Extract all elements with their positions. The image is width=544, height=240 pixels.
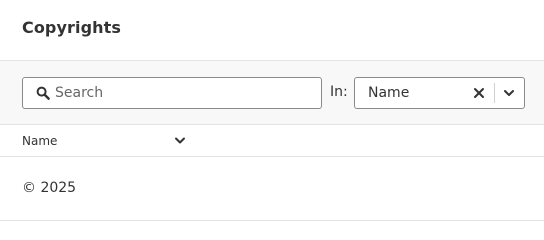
search-input[interactable]	[55, 79, 315, 107]
page-title: Copyrights	[22, 18, 122, 37]
close-icon[interactable]	[473, 87, 485, 99]
page-header: Copyrights	[0, 0, 544, 61]
search-field-select[interactable]: Name	[354, 77, 525, 109]
copyright-name: © 2025	[22, 180, 77, 196]
sort-chevron-down-icon[interactable]	[174, 136, 186, 146]
filter-toolbar: In: Name	[0, 61, 544, 125]
search-scope-label: In:	[330, 84, 348, 100]
search-icon	[36, 86, 50, 100]
column-header-name[interactable]: Name	[22, 134, 57, 148]
search-box[interactable]	[22, 77, 322, 109]
table-row[interactable]: © 2025	[0, 157, 544, 221]
chevron-down-icon[interactable]	[503, 87, 515, 99]
search-field-value: Name	[368, 85, 410, 101]
table-header: Name	[0, 126, 544, 157]
select-divider	[494, 83, 495, 103]
